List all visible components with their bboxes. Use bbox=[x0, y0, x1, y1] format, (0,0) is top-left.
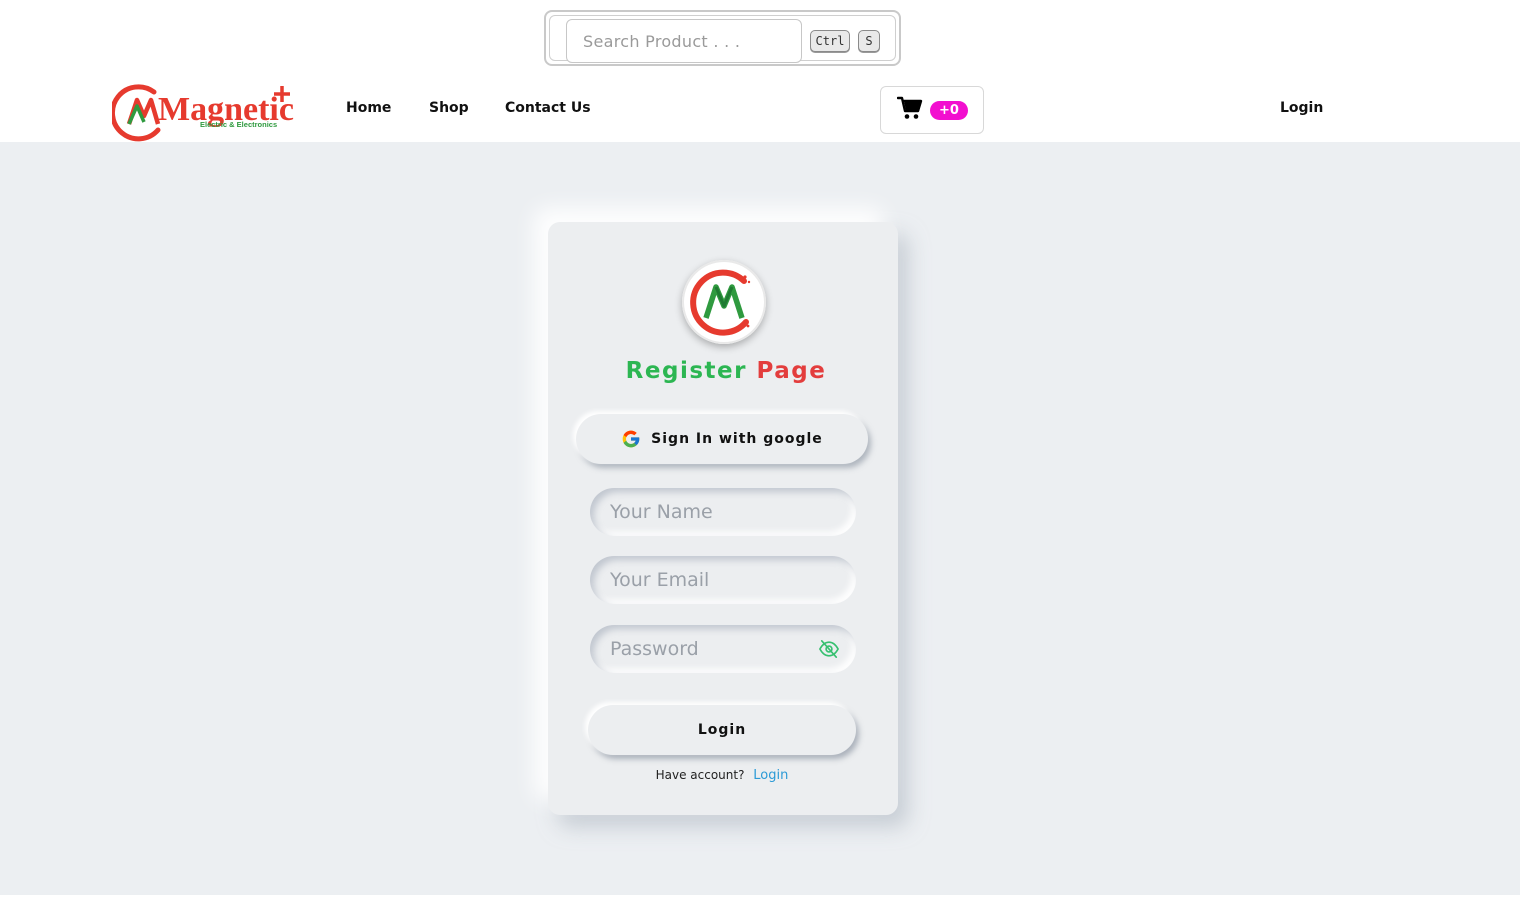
logo-tagline: Electric & Electronics bbox=[200, 120, 277, 129]
s-key-hint: S bbox=[858, 30, 880, 52]
nav-shop[interactable]: Shop bbox=[429, 100, 469, 116]
google-signin-label: Sign In with google bbox=[651, 431, 823, 447]
password-field-wrap bbox=[590, 625, 856, 673]
email-field-wrap bbox=[590, 556, 856, 604]
top-header: Ctrl S Magnetic Electric & Electronics H… bbox=[0, 0, 1520, 142]
eye-slash-icon[interactable] bbox=[818, 639, 840, 659]
name-input[interactable] bbox=[590, 488, 856, 536]
have-account-row: Have account? Login bbox=[548, 768, 896, 783]
have-account-text: Have account? bbox=[655, 768, 745, 782]
cart-button[interactable]: +0 bbox=[880, 86, 984, 134]
google-icon bbox=[621, 429, 641, 449]
search-input[interactable] bbox=[566, 19, 802, 63]
main-content: Register Page Sign In with google Your N… bbox=[0, 142, 1520, 895]
email-input[interactable] bbox=[590, 556, 856, 604]
login-link[interactable]: Login bbox=[753, 768, 788, 783]
google-signin-button[interactable]: Sign In with google bbox=[576, 414, 868, 464]
submit-button[interactable]: Login bbox=[588, 705, 856, 755]
header-login-link[interactable]: Login bbox=[1280, 100, 1323, 116]
ctrl-key-hint: Ctrl bbox=[810, 30, 850, 52]
register-card: Register Page Sign In with google Your N… bbox=[548, 222, 898, 815]
cart-count-badge: +0 bbox=[930, 100, 968, 120]
cart-icon bbox=[896, 96, 923, 124]
nav-home[interactable]: Home bbox=[346, 100, 391, 116]
card-logo-icon bbox=[682, 260, 766, 344]
page-title: Register Page bbox=[548, 358, 904, 384]
password-input[interactable] bbox=[590, 625, 856, 673]
name-field-wrap bbox=[590, 488, 856, 536]
brand-logo[interactable]: Magnetic Electric & Electronics bbox=[109, 80, 302, 142]
page-title-page: Page bbox=[756, 358, 827, 384]
search-bar: Ctrl S bbox=[544, 10, 901, 66]
search-bar-inner: Ctrl S bbox=[549, 15, 896, 63]
nav-contact-us[interactable]: Contact Us bbox=[505, 100, 591, 116]
page-title-register: Register bbox=[625, 358, 747, 384]
